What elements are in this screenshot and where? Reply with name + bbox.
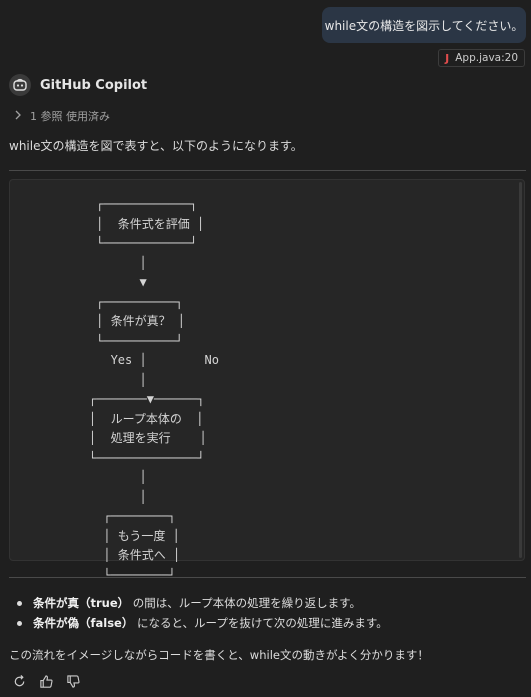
java-icon: J xyxy=(445,51,450,65)
bullet-emphasis: 条件が真（true） xyxy=(33,596,130,610)
diagram-line: └──────────┘ xyxy=(60,333,183,348)
diagram-line: │ もう一度 │ xyxy=(60,528,180,543)
diagram-line: └────────────┘ xyxy=(60,236,198,250)
response-outro: この流れをイメージしながらコードを書くと、while文の動きがよく分かります！ xyxy=(9,648,429,662)
references-toggle[interactable]: 1 参照 使用済み xyxy=(14,108,110,124)
diagram-line: │ xyxy=(60,255,147,270)
retry-button[interactable] xyxy=(11,673,28,690)
diagram-line: └──────────────┘ xyxy=(60,450,205,465)
thumbs-up-icon xyxy=(40,675,53,688)
user-message: while文の構造を図示してください。 xyxy=(322,7,526,43)
response-intro: while文の構造を図で表すと、以下のようになります。 xyxy=(9,139,303,153)
diagram-line: ┌──────────┐ xyxy=(60,294,183,309)
references-label: 1 参照 使用済み xyxy=(30,110,110,123)
copilot-icon xyxy=(9,74,31,96)
retry-icon xyxy=(14,674,25,687)
code-scrollbar[interactable] xyxy=(519,182,522,558)
bullet-emphasis: 条件が偽（false） xyxy=(33,616,134,630)
thumbs-down-button[interactable] xyxy=(65,673,82,690)
diagram-line: ┌────────────┐ xyxy=(60,197,198,211)
diagram-line: ┌────────┐ xyxy=(60,509,176,523)
divider-bottom xyxy=(9,577,526,578)
diagram-line: └────────┘ xyxy=(60,567,176,582)
list-item: 条件が偽（false） になると、ループを抜けて次の処理に進みます。 xyxy=(15,614,388,634)
diagram-line: │ xyxy=(60,470,147,484)
bullet-list: 条件が真（true） の間は、ループ本体の処理を繰り返します。 条件が偽（fal… xyxy=(15,594,388,634)
user-message-text: while文の構造を図示してください。 xyxy=(324,18,524,33)
file-reference-chip[interactable]: J App.java:20 xyxy=(438,49,525,67)
diagram-line: ┌───────▼──────┐ xyxy=(60,392,205,406)
file-reference-label: App.java:20 xyxy=(455,52,518,64)
bullet-text: になると、ループを抜けて次の処理に進みます。 xyxy=(133,616,388,630)
chevron-right-icon xyxy=(14,110,22,123)
diagram-line: Yes │ No xyxy=(60,353,219,367)
diagram-line: │ 条件が真？ │ xyxy=(60,314,186,328)
thumbs-up-button[interactable] xyxy=(38,673,55,690)
thumbs-down-icon xyxy=(67,675,80,688)
diagram-line: │ xyxy=(60,489,147,504)
diagram-line: │ xyxy=(60,372,147,387)
response-actions xyxy=(11,673,82,690)
list-item: 条件が真（true） の間は、ループ本体の処理を繰り返します。 xyxy=(15,594,388,614)
code-block: ┌────────────┐ │ 条件式を評価 │ └────────────┘… xyxy=(9,179,525,582)
diagram-line: │ 処理を実行 │ xyxy=(60,431,207,445)
diagram-line: ▼ xyxy=(60,275,147,289)
diagram-line: │ ループ本体の │ xyxy=(60,411,204,426)
assistant-name: GitHub Copilot xyxy=(40,77,148,93)
diagram-line: │ 条件式を評価 │ xyxy=(60,216,205,231)
assistant-header: GitHub Copilot xyxy=(9,74,147,96)
bullet-text: の間は、ループ本体の処理を繰り返します。 xyxy=(129,596,361,610)
chat-panel: while文の構造を図示してください。 J App.java:20 GitHub… xyxy=(0,0,531,697)
divider-top xyxy=(9,170,526,171)
diagram-line: │ 条件式へ │ xyxy=(60,548,181,562)
